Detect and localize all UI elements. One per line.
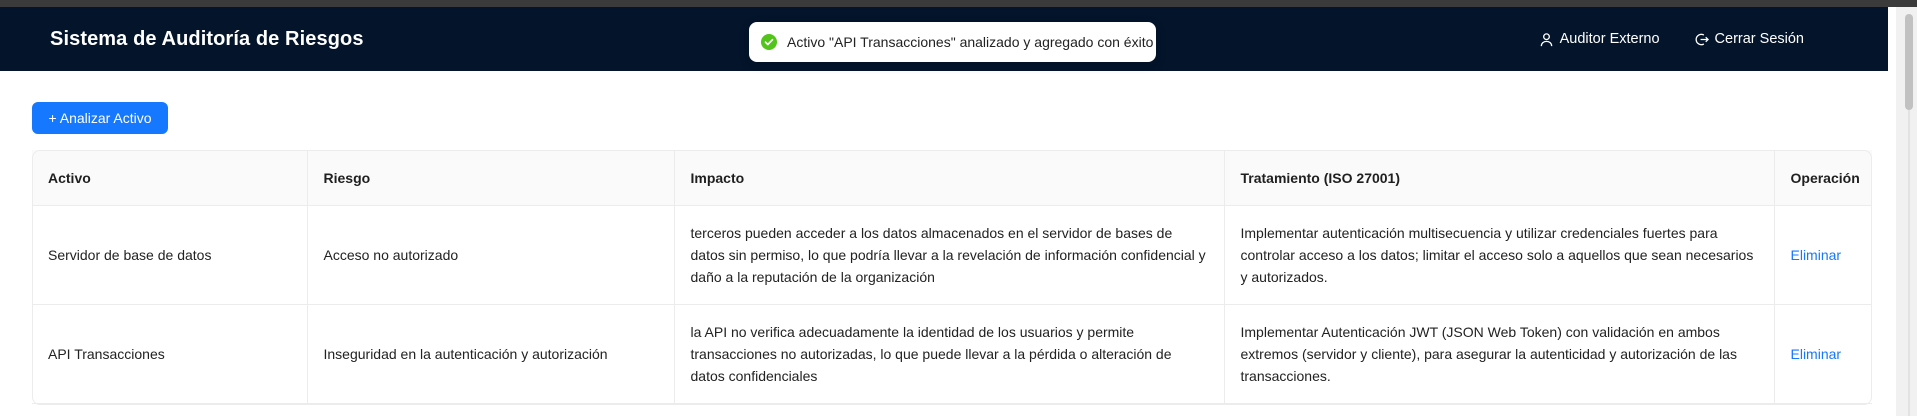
analyze-asset-button[interactable]: + Analizar Activo: [32, 102, 168, 134]
column-header-operacion: Operación: [1774, 150, 1872, 206]
logout-label: Cerrar Sesión: [1714, 31, 1804, 47]
cell-activo: API Transacciones: [32, 304, 308, 404]
cell-riesgo: Inseguridad en la autenticación y autori…: [307, 304, 675, 404]
scrollbar-track: [1908, 110, 1910, 416]
column-header-riesgo: Riesgo: [307, 150, 675, 206]
delete-link[interactable]: Eliminar: [1791, 247, 1842, 263]
check-circle-icon: [761, 34, 777, 50]
browser-top-strip: [0, 0, 1917, 7]
app-title: Sistema de Auditoría de Riesgos: [50, 28, 364, 50]
cell-activo: Servidor de base de datos: [32, 205, 308, 305]
cell-operacion: Eliminar: [1774, 205, 1872, 305]
cell-riesgo: Acceso no autorizado: [307, 205, 675, 305]
cell-tratamiento: Implementar Autenticación JWT (JSON Web …: [1224, 304, 1775, 404]
logout-button[interactable]: Cerrar Sesión: [1694, 31, 1804, 47]
column-header-tratamiento: Tratamiento (ISO 27001): [1224, 150, 1775, 206]
cell-tratamiento: Implementar autenticación multisecuencia…: [1224, 205, 1775, 305]
cell-operacion: Eliminar: [1774, 304, 1872, 404]
success-toast: Activo "API Transacciones" analizado y a…: [749, 22, 1156, 62]
scrollbar-thumb[interactable]: [1905, 14, 1913, 110]
table-row: Servidor de base de datos Acceso no auto…: [32, 205, 1872, 305]
cell-impacto: la API no verifica adecuadamente la iden…: [674, 304, 1225, 404]
user-menu[interactable]: Auditor Externo: [1539, 31, 1660, 47]
table-header-row: Activo Riesgo Impacto Tratamiento (ISO 2…: [32, 150, 1872, 206]
column-header-activo: Activo: [32, 150, 308, 206]
table-row: API Transacciones Inseguridad en la aute…: [32, 304, 1872, 404]
delete-link[interactable]: Eliminar: [1791, 346, 1842, 362]
user-label: Auditor Externo: [1559, 31, 1660, 47]
risk-table: Activo Riesgo Impacto Tratamiento (ISO 2…: [32, 150, 1872, 404]
user-icon: [1540, 32, 1552, 46]
header-nav: Auditor Externo Cerrar Sesión: [1539, 31, 1804, 47]
toast-message: Activo "API Transacciones" analizado y a…: [787, 34, 1154, 50]
column-header-impacto: Impacto: [674, 150, 1225, 206]
logout-icon: [1695, 33, 1709, 45]
cell-impacto: terceros pueden acceder a los datos alma…: [674, 205, 1225, 305]
